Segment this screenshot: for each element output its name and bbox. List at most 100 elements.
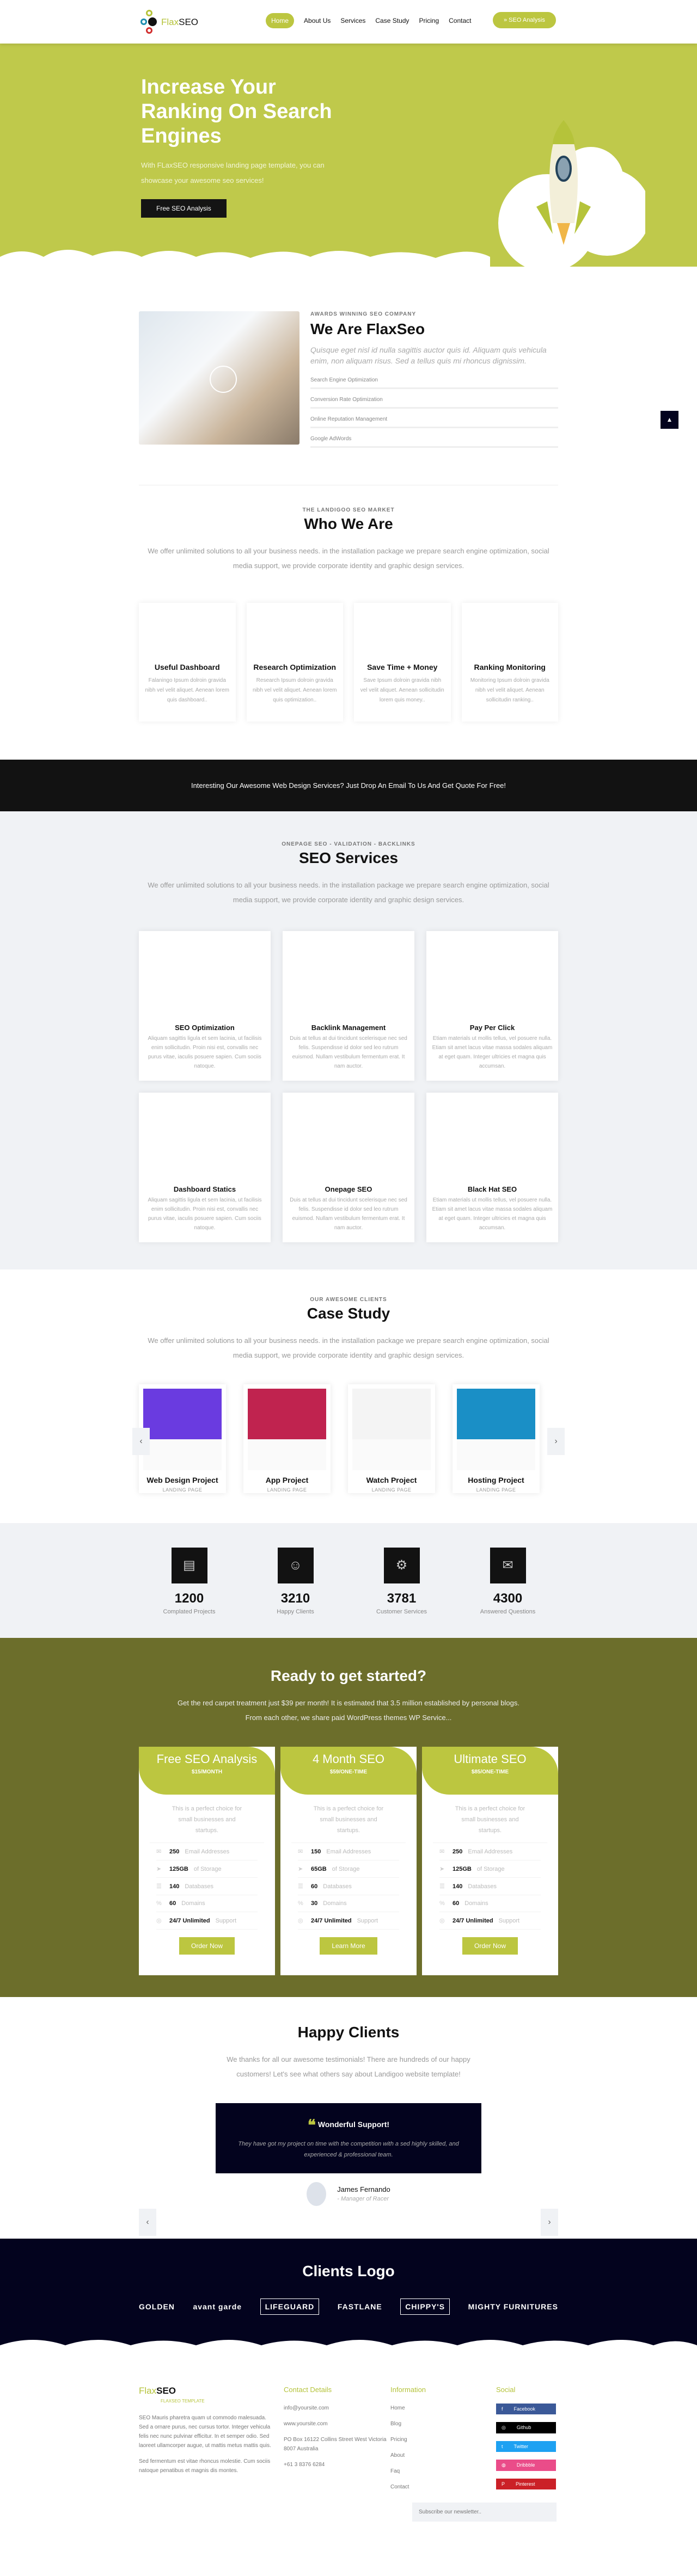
- case-card[interactable]: Watch Project LANDING PAGE: [348, 1384, 435, 1493]
- footer-link[interactable]: Home: [390, 2404, 496, 2413]
- social-twitter-button[interactable]: t Twitter: [496, 2441, 556, 2452]
- link-icon: %: [298, 1900, 303, 1907]
- pricing-section: Ready to get started? Get the red carpet…: [0, 1638, 697, 1997]
- stat-value: 1200: [174, 1591, 204, 1606]
- stat-label: Happy Clients: [277, 1609, 314, 1615]
- nav-pricing[interactable]: Pricing: [419, 17, 439, 24]
- service-title: Pay Per Click: [469, 1024, 515, 1032]
- clients-title: Clients Logo: [302, 2263, 395, 2279]
- testimonial-next-arrow[interactable]: ›: [541, 2209, 558, 2236]
- stat-value: 3210: [280, 1591, 310, 1606]
- nav-contact[interactable]: Contact: [449, 17, 471, 24]
- footer-link[interactable]: About: [390, 2451, 496, 2460]
- seo-analysis-button[interactable]: » SEO Analysis: [493, 12, 556, 28]
- about-kicker: AWARDS WINNING SEO COMPANY: [310, 311, 417, 317]
- who-title: Who We Are: [304, 515, 393, 532]
- service-card[interactable]: Black Hat SEO Etiam materials ut mollis t…: [426, 1093, 558, 1242]
- case-title: App Project: [265, 1476, 309, 1484]
- social-pinterest-button[interactable]: P Pinterest: [496, 2479, 556, 2489]
- service-card[interactable]: Onepage SEO Duis at tellus at dui tincidu…: [283, 1093, 414, 1242]
- case-screenshot: [352, 1389, 431, 1470]
- team-video-thumbnail[interactable]: [139, 311, 299, 445]
- case-subtitle: LANDING PAGE: [267, 1487, 307, 1493]
- testimonial-card: ❝ Wonderful Support! They have got my pr…: [216, 2103, 481, 2173]
- social-label: Facebook: [513, 2406, 536, 2412]
- testimonials-lead: We thanks for all our awesome testimonia…: [227, 2055, 470, 2078]
- footer-link[interactable]: Contact: [390, 2482, 496, 2492]
- feature-label: Support: [215, 1917, 237, 1924]
- quote-icon: ❝: [307, 2117, 316, 2134]
- service-card[interactable]: SEO Optimization Aliquam sagittis ligula …: [139, 931, 271, 1081]
- service-card[interactable]: Pay Per Click Etiam materials ut mollis t…: [426, 931, 558, 1081]
- user-question-icon: ✉: [490, 1548, 526, 1583]
- social-dribbble-button[interactable]: ◍ Dribbble: [496, 2460, 556, 2471]
- footer-link[interactable]: Pricing: [390, 2435, 496, 2444]
- plan-feature: % 60 Domains: [156, 1895, 258, 1912]
- case-card[interactable]: Web Design Project LANDING PAGE: [139, 1384, 226, 1493]
- clipboard-icon: ▤: [171, 1548, 207, 1583]
- nav-case-study[interactable]: Case Study: [375, 17, 409, 24]
- pricing-plan: Ultimate SEO $85/ONE-TIME This is a perfec…: [422, 1747, 558, 1975]
- free-seo-analysis-button[interactable]: Free SEO Analysis: [141, 199, 227, 218]
- plan-header: 4 Month SEO $59/ONE-TIME: [280, 1747, 417, 1795]
- rocket-icon: ➤: [298, 1866, 303, 1872]
- nav-home[interactable]: Home: [266, 13, 295, 28]
- case-prev-arrow[interactable]: ‹: [132, 1428, 150, 1455]
- skill-bar: Online Reputation Management: [310, 413, 558, 428]
- plan-button[interactable]: Learn More: [320, 1937, 377, 1955]
- case-card[interactable]: Hosting Project LANDING PAGE: [453, 1384, 540, 1493]
- testimonial-prev-arrow[interactable]: ‹: [139, 2209, 156, 2236]
- contact-item: www.yoursite.com: [284, 2421, 328, 2427]
- stat-label: Customer Services: [376, 1609, 427, 1615]
- footer: FlaxSEO FLAXSEO TEMPLATE SEO Mauris phar…: [0, 2353, 697, 2576]
- feature-label: Email Addresses: [468, 1848, 513, 1855]
- plan-name: Free SEO Analysis: [156, 1752, 258, 1766]
- feature-label: Databases: [323, 1883, 352, 1890]
- quote-title: Wonderful Support!: [317, 2120, 390, 2129]
- service-title: Black Hat SEO: [467, 1185, 517, 1193]
- plan-feature: ◎ 24/7 Unlimited Support: [156, 1912, 258, 1930]
- social-label: Pinterest: [516, 2481, 535, 2487]
- plan-button[interactable]: Order Now: [179, 1937, 235, 1955]
- client-logo: MIGHTY FURNITURES: [468, 2302, 558, 2311]
- info-title: Information: [390, 2386, 426, 2394]
- client-logo: GOLDEN: [139, 2302, 175, 2311]
- service-card[interactable]: Dashboard Statics Aliquam sagittis ligula…: [139, 1093, 271, 1242]
- service-card[interactable]: Backlink Management Duis at tellus at dui…: [283, 931, 414, 1081]
- social-github-button[interactable]: ◎ Github: [496, 2422, 556, 2433]
- pinterest-icon: P: [502, 2481, 505, 2487]
- feature-label: of Storage: [476, 1865, 505, 1872]
- logo[interactable]: FlaxSEO: [140, 10, 198, 35]
- newsletter-input[interactable]: [412, 2503, 557, 2522]
- case-next-arrow[interactable]: ›: [547, 1428, 565, 1455]
- feature-value: 140: [169, 1883, 180, 1890]
- logo-icon: [140, 10, 159, 35]
- service-text: Etiam materials ut mollis tellus, vel po…: [432, 1036, 553, 1069]
- footer-link[interactable]: Blog: [390, 2419, 496, 2429]
- case-card[interactable]: App Project LANDING PAGE: [243, 1384, 331, 1493]
- social-facebook-button[interactable]: f Facebook: [496, 2404, 556, 2414]
- back-to-top-button[interactable]: ▲: [661, 411, 678, 429]
- hero-text: With FLaxSEO responsive landing page tem…: [141, 161, 325, 184]
- nav-about[interactable]: About Us: [304, 17, 331, 24]
- testimonials-title: Happy Clients: [297, 2024, 400, 2041]
- service-text: Aliquam sagittis ligula et sem lacinia, …: [148, 1197, 262, 1231]
- case-subtitle: LANDING PAGE: [371, 1487, 412, 1493]
- footer-link[interactable]: Faq: [390, 2467, 496, 2476]
- feature-value: 250: [453, 1848, 463, 1855]
- plan-button[interactable]: Order Now: [462, 1937, 518, 1955]
- feature-label: Domains: [464, 1900, 488, 1907]
- nav-services[interactable]: Services: [340, 17, 365, 24]
- contact-title: Contact Details: [284, 2386, 332, 2394]
- author-role: - Manager of Racer: [337, 2195, 389, 2202]
- case-title: Hosting Project: [468, 1476, 524, 1484]
- testimonials-section: Happy Clients We thanks for all our awes…: [0, 1997, 697, 2239]
- feature-label: Support: [357, 1917, 378, 1924]
- feature-label: Databases: [185, 1883, 213, 1890]
- case-subtitle: LANDING PAGE: [476, 1487, 516, 1493]
- email-icon: ✉: [439, 1848, 445, 1855]
- who-lead: We offer unlimited solutions to all your…: [148, 547, 549, 570]
- plan-price: $59/ONE-TIME: [329, 1769, 368, 1775]
- service-text: Duis at tellus at dui tincidunt sceleris…: [290, 1036, 407, 1069]
- play-icon[interactable]: [210, 366, 237, 393]
